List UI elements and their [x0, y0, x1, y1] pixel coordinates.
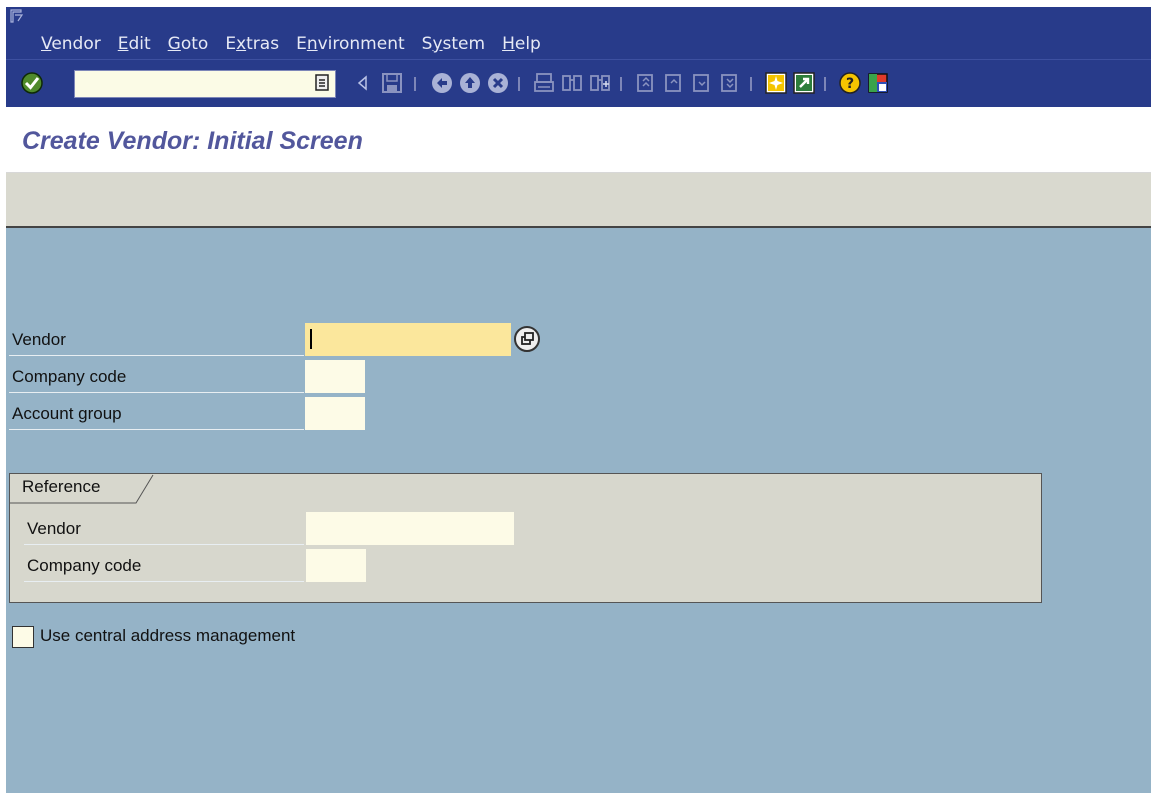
command-field[interactable] [74, 70, 336, 98]
last-page-icon[interactable] [718, 71, 742, 95]
menu-bar: Vendor Edit Goto Extras Environment System Hel… [6, 7, 1151, 59]
layout-menu-icon[interactable] [866, 71, 890, 95]
menu-environment[interactable]: Environment [296, 30, 405, 58]
menu-mnemonic: x [236, 34, 247, 54]
find-icon[interactable] [560, 71, 584, 95]
menu-mnemonic: V [41, 34, 52, 54]
application-toolbar [6, 173, 1151, 228]
menu-text: E [296, 34, 307, 54]
toolbar-separator [518, 77, 520, 91]
menu-mnemonic: n [306, 34, 318, 54]
menu-extras[interactable]: Extras [225, 30, 279, 58]
account-group-field[interactable] [305, 397, 365, 430]
menu-goto[interactable]: Goto [168, 30, 209, 58]
menu-mnemonic: G [167, 34, 181, 54]
menu-mnemonic: y [432, 34, 443, 54]
shortcut-icon[interactable] [792, 71, 816, 95]
menu-text: oto [180, 34, 209, 54]
help-icon[interactable]: ? [838, 71, 862, 95]
toolbar-separator [414, 77, 416, 91]
save-icon[interactable] [380, 71, 404, 95]
menu-text: dit [128, 34, 151, 54]
print-icon[interactable] [532, 71, 556, 95]
toolbar-separator [620, 77, 622, 91]
company-code-field[interactable] [305, 360, 365, 393]
menu-text: tras [246, 34, 280, 54]
menu-vendor[interactable]: Vendor [41, 30, 101, 58]
central-address-checkbox[interactable] [12, 626, 34, 648]
page-title: Create Vendor: Initial Screen [22, 127, 363, 155]
standard-toolbar: ? [6, 59, 1151, 107]
toolbar-separator [750, 77, 752, 91]
command-history-icon[interactable] [314, 73, 332, 93]
ref-company-code-label: Company code [24, 549, 304, 582]
vendor-label: Vendor [9, 323, 304, 356]
system-menu-icon[interactable] [10, 9, 24, 23]
enter-icon[interactable] [20, 71, 44, 95]
toolbar-separator [824, 77, 826, 91]
back-icon[interactable] [430, 71, 454, 95]
company-code-label: Company code [9, 360, 304, 393]
menu-help[interactable]: Help [502, 30, 541, 58]
create-session-icon[interactable] [764, 71, 788, 95]
menu-system[interactable]: System [422, 30, 485, 58]
menu-text: stem [442, 34, 486, 54]
first-page-icon[interactable] [634, 71, 658, 95]
title-bar: Create Vendor: Initial Screen [6, 107, 1151, 173]
svg-text:?: ? [846, 76, 854, 92]
reference-group-box: Reference Vendor Company code [9, 473, 1042, 603]
reference-title: Reference [22, 477, 101, 496]
next-page-icon[interactable] [690, 71, 714, 95]
menu-mnemonic: H [502, 34, 515, 54]
ref-vendor-field[interactable] [306, 512, 514, 545]
menu-text: S [421, 34, 433, 54]
search-help-icon[interactable] [512, 324, 542, 354]
ref-vendor-label: Vendor [24, 512, 304, 545]
ref-company-code-field[interactable] [306, 549, 366, 582]
previous-page-icon[interactable] [662, 71, 686, 95]
exit-icon[interactable] [458, 71, 482, 95]
menu-text: E [225, 34, 237, 54]
find-next-icon[interactable] [588, 71, 612, 95]
menu-text: endor [51, 34, 101, 54]
menu-mnemonic: E [117, 34, 129, 54]
content-area: Vendor Company code Account group Refere… [6, 228, 1151, 793]
menu-text: vironment [317, 34, 405, 54]
account-group-label: Account group [9, 397, 304, 430]
menu-text: elp [514, 34, 541, 54]
menu-edit[interactable]: Edit [118, 30, 151, 58]
cancel-icon[interactable] [486, 71, 510, 95]
sap-window: Vendor Edit Goto Extras Environment System Hel… [6, 7, 1151, 793]
back-arrow-icon[interactable] [351, 71, 375, 95]
text-cursor [310, 329, 312, 349]
vendor-field[interactable] [305, 323, 511, 356]
central-address-label: Use central address management [40, 626, 296, 645]
